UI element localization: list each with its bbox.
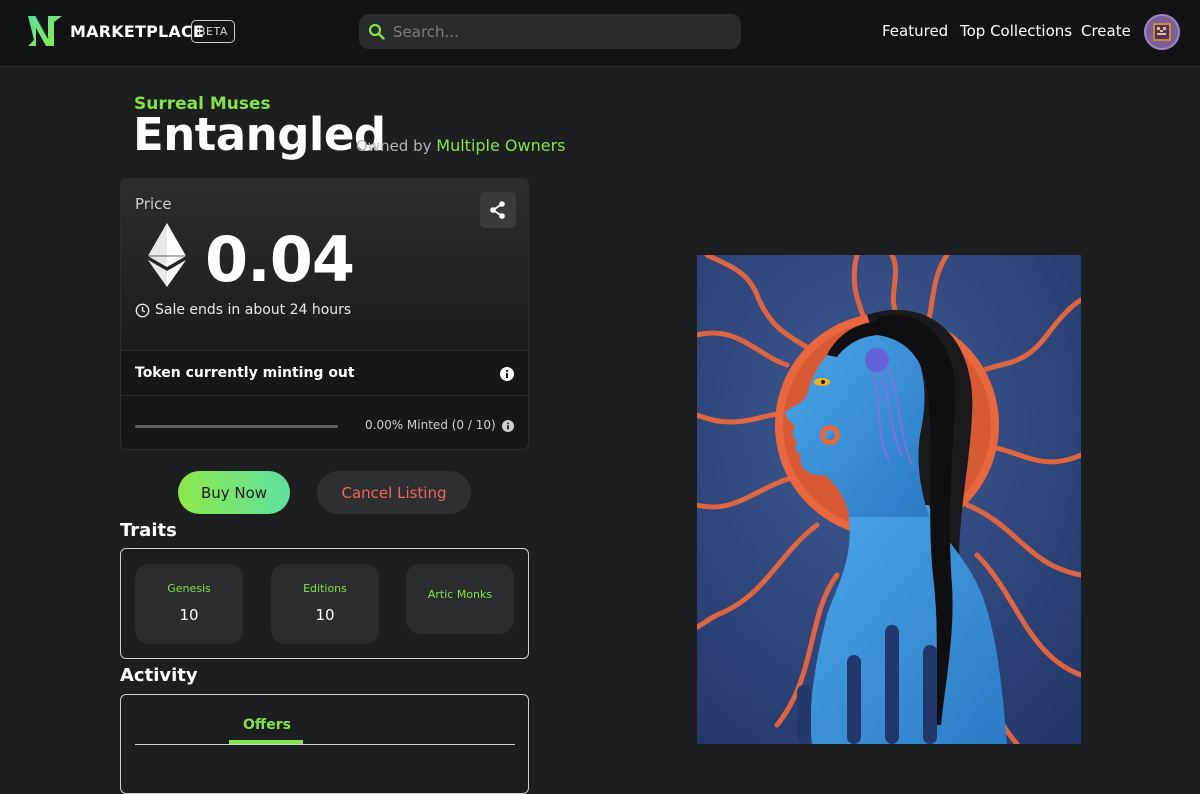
price-label: Price [135,195,172,213]
cancel-listing-button[interactable]: Cancel Listing [317,471,471,514]
search-input[interactable] [393,14,733,49]
trait-card[interactable]: Artic Monks [406,564,514,634]
traits-panel: Genesis 10 Editions 10 Artic Monks [120,548,529,659]
brand-name: MARKETPLACE [70,22,205,41]
activity-panel: Offers Transactions [120,694,529,794]
mint-progress-bar [135,425,338,428]
ethereum-icon [148,223,186,287]
traits-heading: Traits [120,520,177,541]
user-avatar[interactable] [1144,14,1180,50]
owned-by-label: Owned by [356,137,432,155]
price-panel: Price 0.04 Sale ends in about 24 hours [121,179,528,350]
token-title: Entangled [133,108,386,161]
minted-info-icon[interactable] [502,420,514,432]
top-nav-bar: MARKETPLACE BETA Featured Top Collection… [0,0,1200,67]
search-bar[interactable] [359,14,741,49]
trait-value: 10 [179,606,199,624]
minted-count-text: 0.00% Minted (0 / 10) [365,418,496,432]
price-card: Price 0.04 Sale ends in about 24 hours T… [120,178,529,450]
nft-artwork-image[interactable] [697,255,1081,744]
share-button[interactable] [480,192,516,228]
avatar-image-icon [1146,16,1178,48]
nav-create[interactable]: Create [1081,22,1131,40]
info-icon[interactable] [500,367,514,381]
trait-value: 10 [315,606,335,624]
search-icon [368,23,385,40]
trait-type: Editions [303,582,347,595]
trait-type: Artic Monks [427,588,493,601]
trait-card[interactable]: Genesis 10 [135,564,243,644]
owner-line: Owned by Multiple Owners [356,136,566,155]
nav-featured[interactable]: Featured [882,22,948,40]
owner-link[interactable]: Multiple Owners [436,136,565,155]
beta-badge: BETA [191,20,235,43]
artwork-illustration-icon [697,255,1081,744]
marketplace-logo-icon[interactable] [26,14,64,48]
tab-divider [135,744,515,745]
clock-icon [135,303,150,318]
trait-card[interactable]: Editions 10 [271,564,379,644]
nav-top-collections[interactable]: Top Collections [960,22,1072,40]
tab-transactions[interactable]: Transactions [316,717,416,733]
active-tab-indicator [229,740,303,744]
tab-offers[interactable]: Offers [243,717,291,733]
share-icon [490,201,505,219]
buy-now-button[interactable]: Buy Now [178,471,290,514]
minting-status-text: Token currently minting out [135,365,355,381]
trait-type: Genesis [167,582,211,595]
sale-ends-text: Sale ends in about 24 hours [155,302,352,318]
price-value: 0.04 [205,223,355,296]
minting-status-row: Token currently minting out [121,350,528,396]
activity-heading: Activity [120,665,198,686]
